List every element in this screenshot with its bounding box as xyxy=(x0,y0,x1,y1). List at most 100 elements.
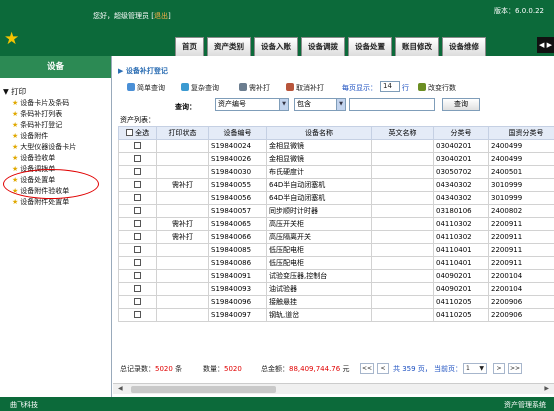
row-checkbox[interactable] xyxy=(134,142,141,149)
column-header-print-status: 打印状态 xyxy=(156,126,209,140)
table-row[interactable]: S19840030 布氏硬度计 03050702 2400501 xyxy=(118,165,554,179)
equipment-id-cell: S19840026 xyxy=(208,152,267,166)
nav-tab-asset-category[interactable]: 资产类别 xyxy=(207,37,251,56)
row-checkbox[interactable] xyxy=(134,168,141,175)
cancel-reprint-button[interactable]: 取消补打 xyxy=(286,83,324,93)
table-row[interactable]: 需补打 S19840066 高压隔离开关 04110302 2200911 xyxy=(118,230,554,244)
sidebar-item-accessory[interactable]: ★ 设备附件 xyxy=(3,131,111,142)
query-field-select[interactable]: 资产编号 ▼ xyxy=(215,98,289,111)
tree-root-print[interactable]: ▼ 打印 xyxy=(3,86,111,98)
scroll-left-icon[interactable]: ◀ xyxy=(118,385,123,392)
table-row[interactable]: S19840097 钢轨,道岔 04110205 2200906 xyxy=(118,308,554,322)
category-code-cell: 04110205 xyxy=(433,295,489,309)
select-all-header[interactable]: 全选 xyxy=(118,126,157,140)
quantity: 数量：5020 xyxy=(203,365,242,373)
row-checkbox-cell[interactable] xyxy=(118,139,157,153)
logout-link[interactable]: 退出 xyxy=(154,12,168,20)
equipment-name-cell: 油试验器 xyxy=(266,282,372,296)
row-checkbox-cell[interactable] xyxy=(118,178,157,192)
sidebar-item-barcode-reprint-list[interactable]: ★ 条码补打列表 xyxy=(3,109,111,120)
print-status-cell xyxy=(156,204,209,218)
sidebar-item-barcode-reprint-register[interactable]: ★ 条码补打登记 xyxy=(3,120,111,131)
row-checkbox[interactable] xyxy=(134,181,141,188)
row-checkbox-cell[interactable] xyxy=(118,165,157,179)
toolbar: 简单查询 复杂查询 需补打 取消补打 每页显示： 14 行 改变行数 xyxy=(113,80,554,95)
table-row[interactable]: S19840026 金相显微镜 03040201 2400499 xyxy=(118,152,554,166)
table-row[interactable]: S19840024 金相显微镜 03040201 2400499 xyxy=(118,139,554,153)
row-checkbox[interactable] xyxy=(134,220,141,227)
table-row[interactable]: S19840086 低压配电柜 04110401 2200911 xyxy=(118,256,554,270)
nav-tab-account-edit[interactable]: 账目修改 xyxy=(395,37,439,56)
simple-query-button[interactable]: 简单查询 xyxy=(127,83,165,93)
nav-scroll-arrows[interactable]: ◀ ▶ xyxy=(537,37,554,53)
query-button[interactable]: 查询 xyxy=(442,98,480,111)
table-row[interactable]: S19840056 64D半自动闭塞机 04340302 3010999 xyxy=(118,191,554,205)
equipment-id-cell: S19840065 xyxy=(208,217,267,231)
next-page-button[interactable]: > xyxy=(493,363,505,374)
row-checkbox[interactable] xyxy=(134,233,141,240)
row-checkbox[interactable] xyxy=(134,298,141,305)
row-checkbox[interactable] xyxy=(134,285,141,292)
row-checkbox[interactable] xyxy=(134,207,141,214)
row-checkbox[interactable] xyxy=(134,155,141,162)
table-row[interactable]: 需补打 S19840065 高压开关柜 04110302 2200911 xyxy=(118,217,554,231)
horizontal-scrollbar[interactable]: ◀ ▶ xyxy=(113,383,554,394)
scrollbar-thumb[interactable] xyxy=(131,386,276,393)
row-checkbox-cell[interactable] xyxy=(118,308,157,322)
table-row[interactable]: S19840057 同步顺时计时器 03180106 2400802 xyxy=(118,204,554,218)
first-page-button[interactable]: << xyxy=(360,363,374,374)
print-status-cell xyxy=(156,243,209,257)
nav-tab-equipment-transfer[interactable]: 设备调拨 xyxy=(301,37,345,56)
table-row[interactable]: S19840091 试验变压器,控制台 04090201 2200104 xyxy=(118,269,554,283)
nav-tab-equipment-repair[interactable]: 设备维修 xyxy=(442,37,486,56)
table-row[interactable]: 需补打 S19840055 64D半自动闭塞机 04340302 3010999 xyxy=(118,178,554,192)
rows-icon xyxy=(418,83,426,91)
print-status-cell xyxy=(156,282,209,296)
per-page-input[interactable]: 14 xyxy=(380,81,400,92)
nav-tab-equipment-disposal[interactable]: 设备处置 xyxy=(348,37,392,56)
row-checkbox[interactable] xyxy=(134,259,141,266)
star-icon: ★ xyxy=(12,99,19,107)
row-checkbox-cell[interactable] xyxy=(118,282,157,296)
reprint-button[interactable]: 需补打 xyxy=(239,83,270,93)
current-page-select[interactable]: 1 ▼ xyxy=(463,363,487,374)
select-all-checkbox[interactable] xyxy=(125,129,133,136)
row-checkbox[interactable] xyxy=(134,311,141,318)
row-checkbox-cell[interactable] xyxy=(118,230,157,244)
row-checkbox[interactable] xyxy=(134,194,141,201)
sidebar-item-card-barcode[interactable]: ★ 设备卡片及条码 xyxy=(3,98,111,109)
english-name-cell xyxy=(371,178,434,192)
row-checkbox-cell[interactable] xyxy=(118,295,157,309)
pager: 总记录数：5020 条 数量：5020 总金额：88,409,744.76 元 … xyxy=(113,361,554,377)
nav-tab-home[interactable]: 首页 xyxy=(175,37,204,56)
table-row[interactable]: S19840093 油试验器 04090201 2200104 xyxy=(118,282,554,296)
row-checkbox-cell[interactable] xyxy=(118,243,157,257)
row-checkbox-cell[interactable] xyxy=(118,152,157,166)
query-value-input[interactable] xyxy=(349,98,435,111)
english-name-cell xyxy=(371,269,434,283)
row-checkbox[interactable] xyxy=(134,272,141,279)
per-page-label: 每页显示： xyxy=(342,84,377,92)
national-category-cell: 2200104 xyxy=(488,269,554,283)
nav-tab-equipment-entry[interactable]: 设备入账 xyxy=(254,37,298,56)
equipment-id-cell: S19840085 xyxy=(208,243,267,257)
table-row[interactable]: S19840085 低压配电柜 04110401 2200911 xyxy=(118,243,554,257)
star-icon: ★ xyxy=(12,143,19,151)
set-rows-button[interactable]: 改变行数 xyxy=(418,83,456,93)
prev-page-button[interactable]: < xyxy=(377,363,389,374)
complex-query-button[interactable]: 复杂查询 xyxy=(181,83,219,93)
row-checkbox-cell[interactable] xyxy=(118,191,157,205)
scroll-right-icon[interactable]: ▶ xyxy=(544,385,549,392)
row-checkbox-cell[interactable] xyxy=(118,204,157,218)
table-row[interactable]: S19840096 接触悬挂 04110205 2200906 xyxy=(118,295,554,309)
last-page-button[interactable]: >> xyxy=(508,363,522,374)
current-page-label: 当前页： xyxy=(434,365,462,373)
query-operator-select[interactable]: 包含 ▼ xyxy=(294,98,346,111)
sidebar-item-large-instrument-card[interactable]: ★ 大型仪器设备卡片 xyxy=(3,142,111,153)
row-checkbox-cell[interactable] xyxy=(118,269,157,283)
row-checkbox[interactable] xyxy=(134,246,141,253)
sidebar-item-acceptance-form[interactable]: ★ 设备验收单 xyxy=(3,153,111,164)
row-checkbox-cell[interactable] xyxy=(118,256,157,270)
star-icon: ★ xyxy=(12,154,19,162)
row-checkbox-cell[interactable] xyxy=(118,217,157,231)
